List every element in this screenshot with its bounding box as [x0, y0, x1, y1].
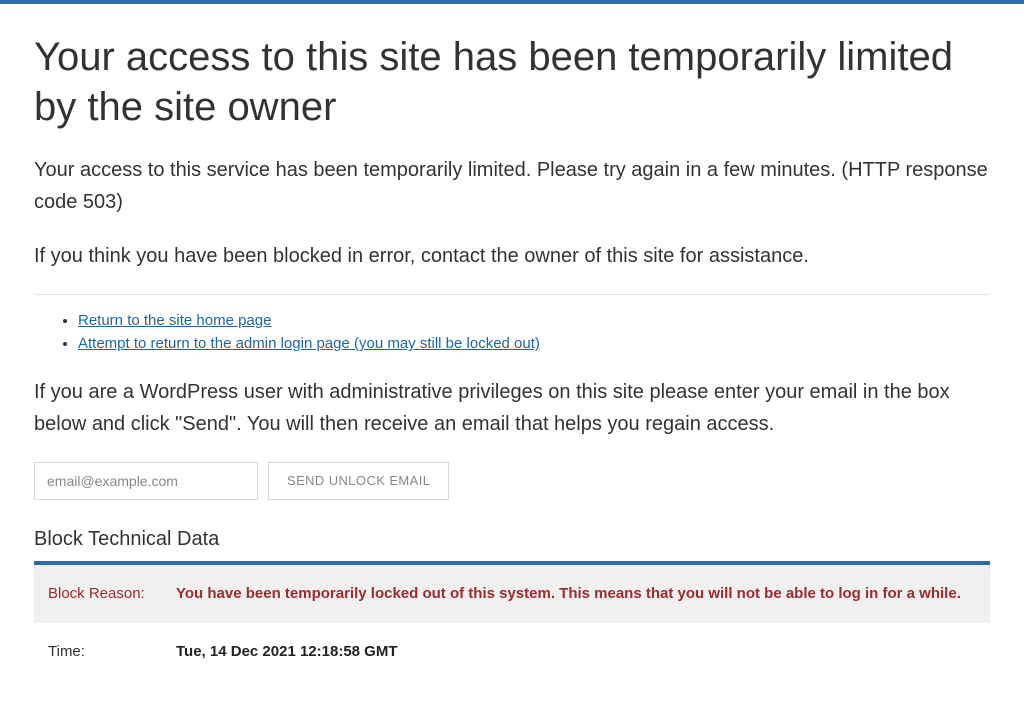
block-reason-label: Block Reason: [34, 565, 162, 624]
content-container: Your access to this site has been tempor… [0, 4, 1024, 712]
intro-text: Your access to this service has been tem… [34, 154, 990, 218]
unlock-form: SEND UNLOCK EMAIL [34, 462, 990, 500]
admin-login-link[interactable]: Attempt to return to the admin login pag… [78, 335, 540, 352]
list-item: Attempt to return to the admin login pag… [78, 332, 990, 355]
email-field[interactable] [34, 462, 258, 500]
time-value: Tue, 14 Dec 2021 12:18:58 GMT [162, 623, 990, 682]
home-link[interactable]: Return to the site home page [78, 312, 271, 329]
table-row: Time: Tue, 14 Dec 2021 12:18:58 GMT [34, 623, 990, 682]
tech-data-table: Block Reason: You have been temporarily … [34, 565, 990, 682]
tech-data-heading: Block Technical Data [34, 528, 990, 551]
tech-data-table-wrap: Block Reason: You have been temporarily … [34, 561, 990, 682]
send-unlock-button[interactable]: SEND UNLOCK EMAIL [268, 462, 449, 500]
contact-owner-text: If you think you have been blocked in er… [34, 240, 990, 272]
nav-link-list: Return to the site home page Attempt to … [34, 309, 990, 356]
page-title: Your access to this site has been tempor… [34, 32, 990, 132]
block-reason-value: You have been temporarily locked out of … [162, 565, 990, 624]
admin-instructions-text: If you are a WordPress user with adminis… [34, 376, 990, 440]
list-item: Return to the site home page [78, 309, 990, 332]
divider [34, 294, 990, 295]
table-row: Block Reason: You have been temporarily … [34, 565, 990, 624]
time-label: Time: [34, 623, 162, 682]
